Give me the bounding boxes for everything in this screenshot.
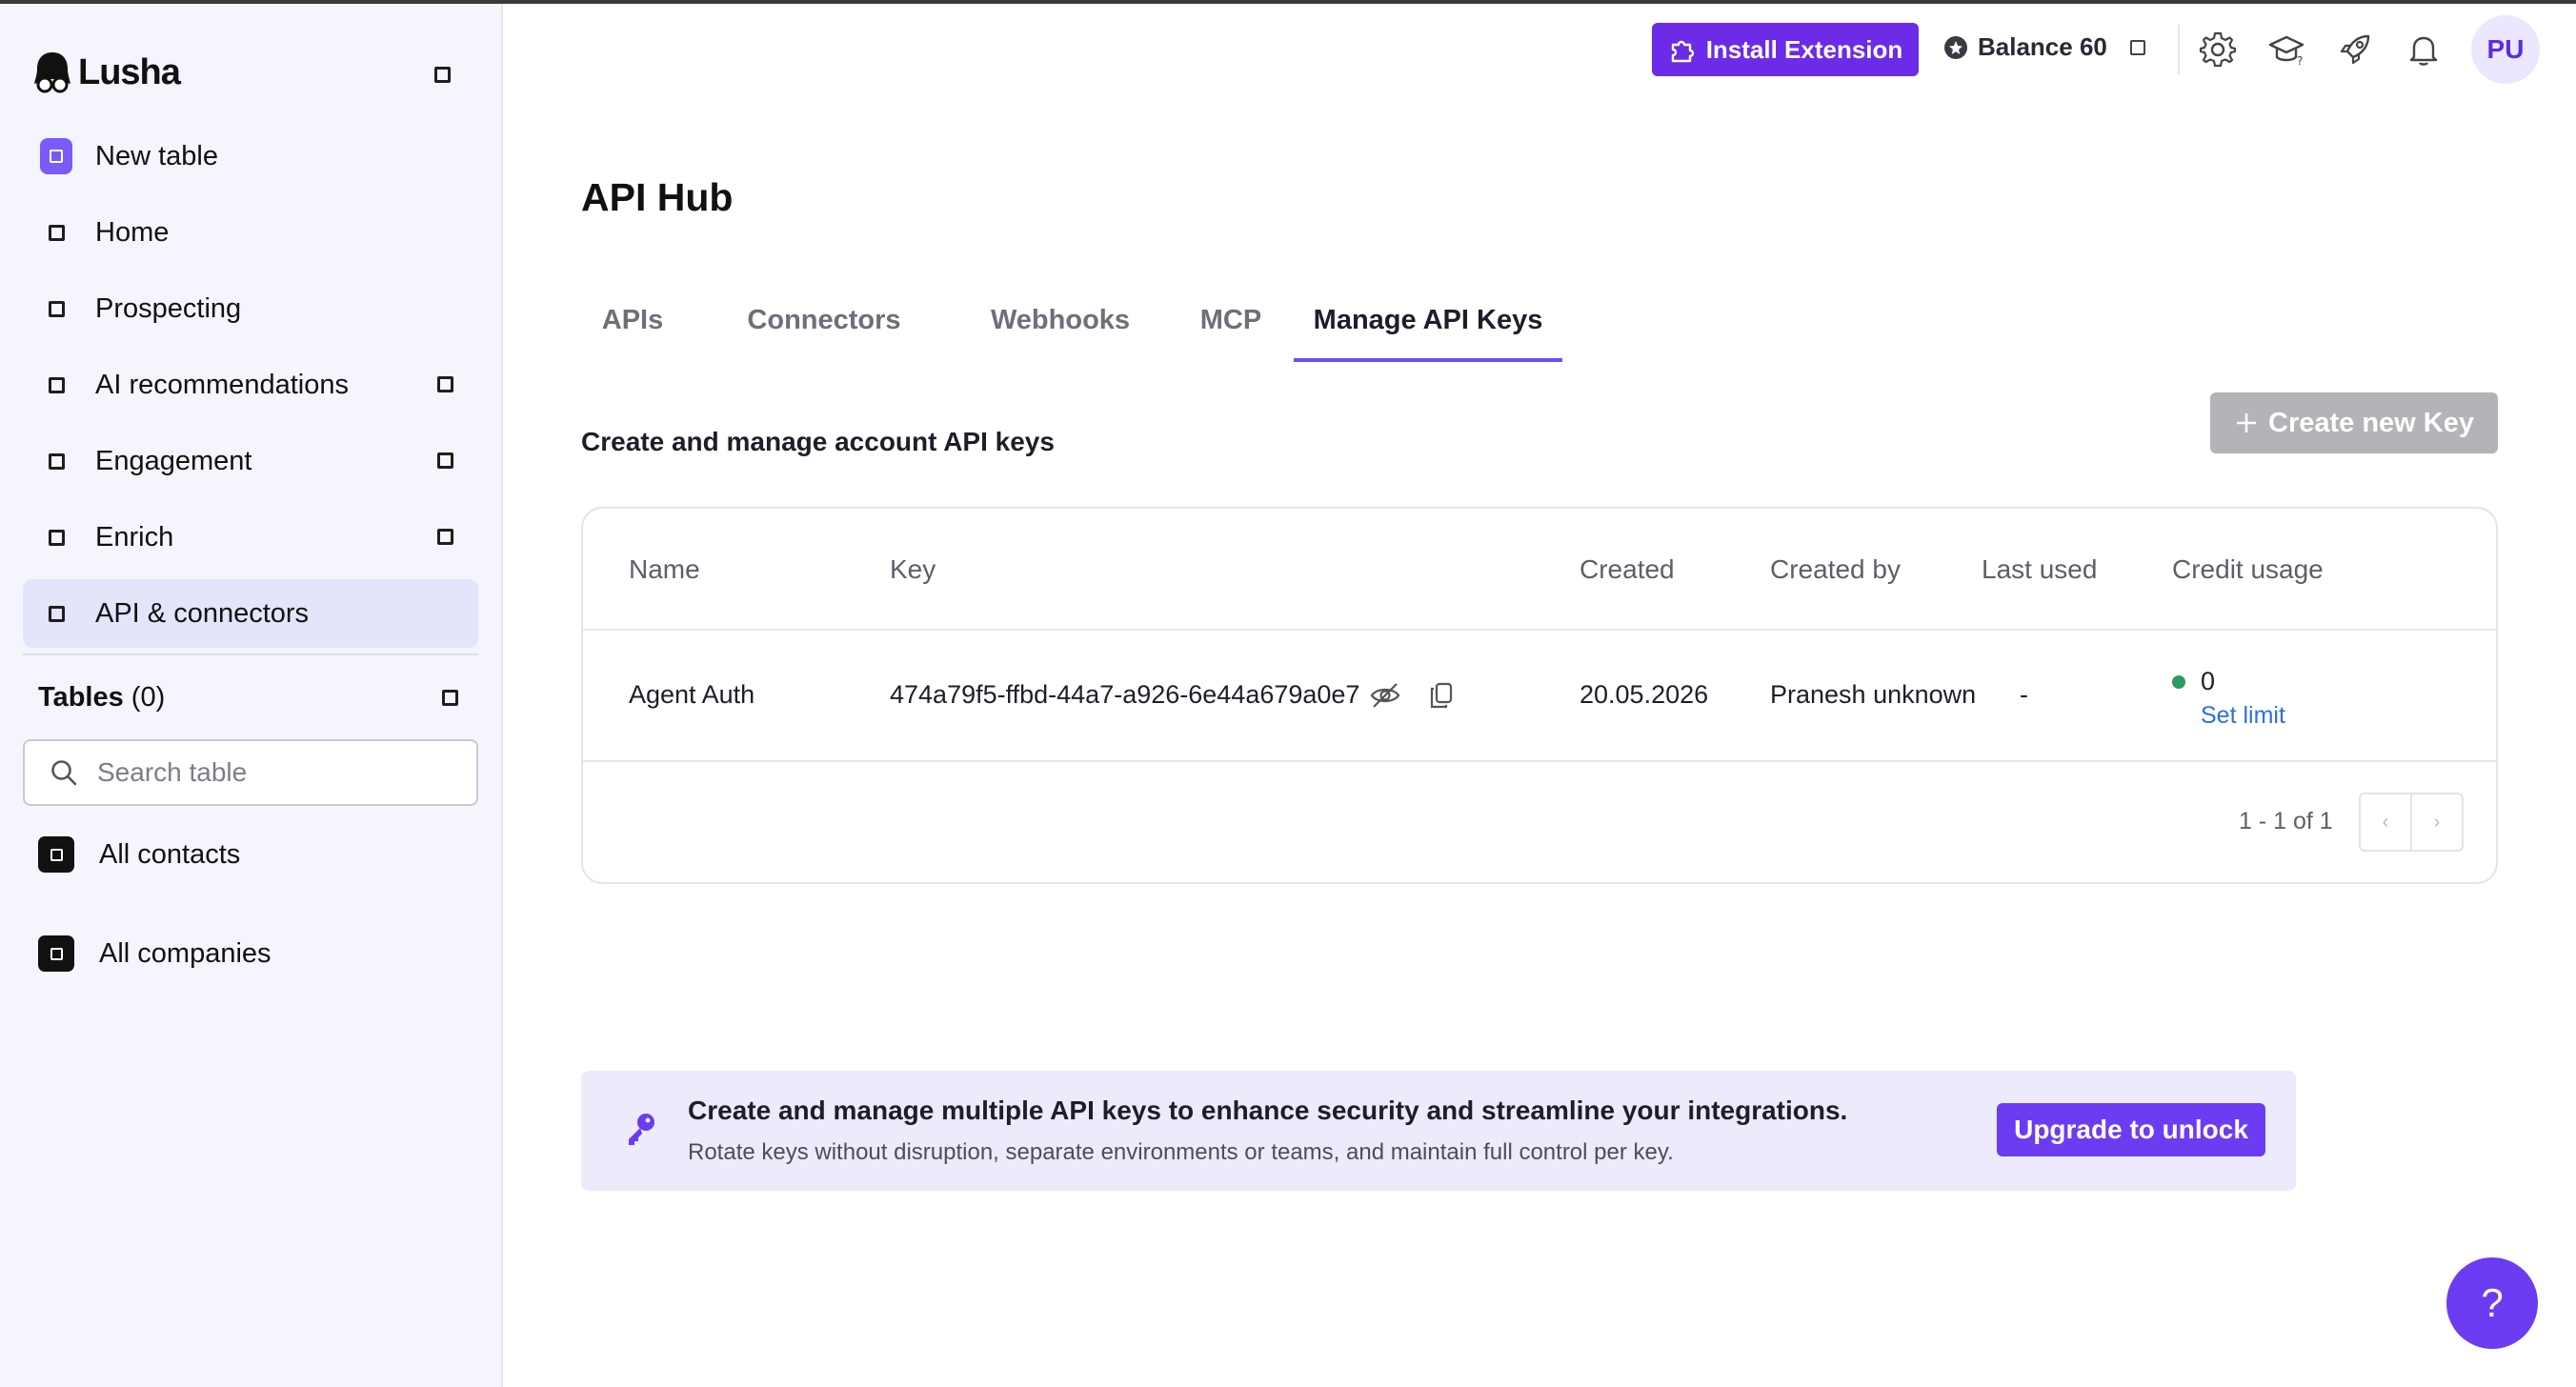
row-separator	[583, 760, 2496, 762]
tab-connectors[interactable]: Connectors	[714, 299, 934, 362]
sidebar-item-prospecting[interactable]: Prospecting	[23, 274, 478, 343]
expand-icon[interactable]	[437, 376, 453, 392]
coin-icon	[1944, 35, 1967, 59]
graduation-cap-icon[interactable]: ?	[2265, 29, 2307, 70]
gear-icon[interactable]	[2197, 29, 2239, 70]
api-connectors-icon	[48, 605, 65, 622]
enrich-icon	[48, 529, 65, 546]
prev-page-button[interactable]: ‹	[2359, 793, 2412, 852]
search-icon	[51, 760, 77, 786]
column-header-created-by[interactable]: Created by	[1770, 554, 1901, 585]
table-item-label: All companies	[99, 937, 272, 969]
install-extension-label: Install Extension	[1705, 34, 1903, 64]
sidebar-item-ai-recommendations[interactable]: AI recommendations	[23, 351, 478, 419]
avatar-initials: PU	[2486, 34, 2525, 64]
upgrade-to-unlock-button[interactable]: Upgrade to unlock	[1997, 1103, 2265, 1156]
tab-apis[interactable]: APIs	[581, 299, 684, 362]
puzzle-icon	[1671, 40, 1694, 63]
create-new-key-label: Create new Key	[2268, 407, 2474, 438]
contacts-icon	[38, 836, 74, 873]
table-item-all-contacts[interactable]: All contacts	[38, 836, 240, 873]
copy-icon[interactable]	[1428, 681, 1455, 710]
status-dot	[2172, 674, 2185, 689]
column-header-created[interactable]: Created	[1580, 554, 1675, 585]
tab-manage-api-keys[interactable]: Manage API Keys	[1294, 299, 1562, 362]
sidebar-divider	[23, 653, 478, 655]
user-avatar[interactable]: PU	[2471, 15, 2540, 84]
tables-add-icon[interactable]	[442, 690, 458, 706]
next-page-button[interactable]: ›	[2410, 793, 2464, 852]
sidebar-item-label: Engagement	[95, 445, 252, 476]
expand-icon[interactable]	[437, 529, 453, 545]
column-header-credit-usage[interactable]: Credit usage	[2172, 554, 2324, 585]
sidebar-item-engagement[interactable]: Engagement	[23, 427, 478, 495]
header-separator	[583, 629, 2496, 631]
cell-credit-usage: 0 Set limit	[2172, 667, 2285, 730]
sidebar-item-label: New table	[95, 140, 218, 171]
create-new-key-button[interactable]: Create new Key	[2210, 392, 2498, 453]
sidebar: Lusha New table Home Prospecting AI reco…	[0, 4, 503, 1387]
help-icon: ?	[2481, 1280, 2504, 1325]
install-extension-button[interactable]: Install Extension	[1652, 23, 1919, 76]
ai-recommendations-icon	[48, 376, 65, 393]
column-header-last-used[interactable]: Last used	[1982, 554, 2097, 585]
sidebar-item-enrich[interactable]: Enrich	[23, 503, 478, 572]
cell-created-by: Pranesh unknown	[1770, 680, 1977, 709]
banner-subtitle: Rotate keys without disruption, separate…	[688, 1139, 1674, 1165]
search-table-input[interactable]	[97, 757, 440, 788]
table-item-all-companies[interactable]: All companies	[38, 935, 272, 972]
sidebar-collapse-icon[interactable]	[434, 67, 451, 83]
balance-label: Balance 60	[1978, 32, 2107, 61]
table-item-label: All contacts	[99, 838, 241, 870]
prospecting-icon	[48, 300, 65, 317]
tables-header: Tables (0)	[38, 682, 165, 714]
home-icon	[48, 224, 65, 241]
api-keys-table: Name Key Created Created by Last used Cr…	[581, 507, 2498, 884]
help-button[interactable]: ?	[2446, 1257, 2538, 1349]
bell-icon[interactable]	[2403, 29, 2445, 70]
pagination-text: 1 - 1 of 1	[2239, 808, 2333, 834]
tab-webhooks[interactable]: Webhooks	[962, 299, 1158, 362]
engagement-icon	[48, 452, 65, 470]
sidebar-item-label: Prospecting	[95, 292, 242, 324]
credit-usage-value: 0	[2201, 667, 2216, 695]
balance-dropdown-icon[interactable]	[2129, 39, 2145, 55]
api-key-value: 474a79f5-ffbd-44a7-a926-6e44a679a0e7	[890, 680, 1360, 709]
cell-name: Agent Auth	[629, 680, 755, 709]
new-table-icon	[40, 138, 72, 174]
column-header-key[interactable]: Key	[890, 554, 936, 585]
cell-key: 474a79f5-ffbd-44a7-a926-6e44a679a0e7	[890, 680, 1455, 710]
column-header-name[interactable]: Name	[629, 554, 700, 585]
cell-last-used: -	[2020, 680, 2028, 709]
tables-count: (0)	[131, 682, 166, 713]
search-table-box[interactable]	[23, 739, 478, 806]
svg-text:?: ?	[2297, 54, 2303, 68]
banner-title: Create and manage multiple API keys to e…	[688, 1096, 1848, 1125]
sidebar-item-label: AI recommendations	[95, 369, 349, 400]
lusha-logo[interactable]: Lusha	[32, 46, 181, 99]
sidebar-item-new-table[interactable]: New table	[23, 122, 478, 191]
topbar-separator	[2178, 25, 2180, 74]
app-name: Lusha	[78, 51, 181, 92]
sidebar-item-label: API & connectors	[95, 597, 310, 629]
upgrade-banner: Create and manage multiple API keys to e…	[581, 1071, 2296, 1191]
tables-title: Tables	[38, 682, 124, 713]
section-title: Create and manage account API keys	[581, 427, 1055, 456]
key-icon	[629, 1114, 654, 1145]
expand-icon[interactable]	[437, 452, 453, 469]
cell-created: 20.05.2026	[1580, 680, 1709, 709]
plus-icon	[2237, 413, 2256, 432]
set-limit-link[interactable]: Set limit	[2201, 702, 2285, 730]
page-title: API Hub	[581, 175, 734, 219]
sidebar-item-api-connectors[interactable]: API & connectors	[23, 579, 478, 648]
lusha-logo-icon	[32, 50, 72, 95]
sidebar-item-home[interactable]: Home	[23, 198, 478, 267]
eye-off-icon[interactable]	[1369, 681, 1401, 710]
rocket-icon[interactable]	[2334, 29, 2376, 70]
sidebar-item-label: Enrich	[95, 521, 174, 553]
sidebar-item-label: Home	[95, 216, 170, 248]
balance-indicator[interactable]: Balance 60	[1943, 32, 2145, 62]
tab-mcp[interactable]: MCP	[1176, 299, 1286, 362]
companies-icon	[38, 935, 74, 972]
